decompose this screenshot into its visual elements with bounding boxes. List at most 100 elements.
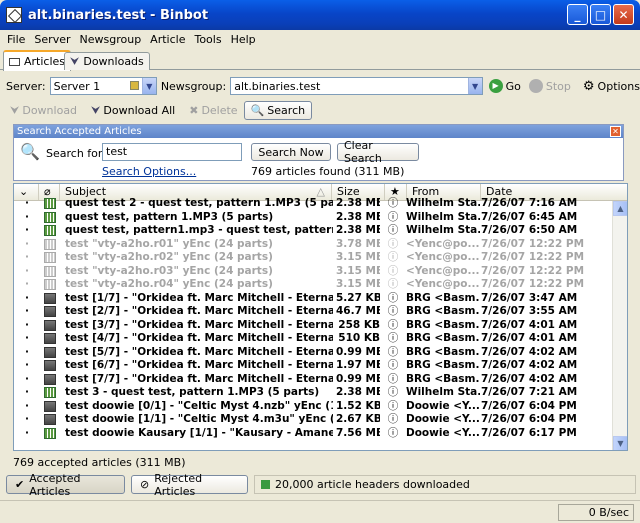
server-label: Server: (6, 79, 46, 93)
close-button[interactable]: ✕ (613, 4, 634, 25)
table-row[interactable]: · test [6/7] - "Orkidea ft. Marc Mitchell… (14, 359, 612, 373)
row-subject: quest test 2 - quest test, pattern 1.MP3… (65, 197, 333, 209)
tab-downloads[interactable]: ⮟ Downloads (64, 52, 150, 70)
row-date: 7/26/07 4:01 AM (481, 332, 578, 344)
delete-button[interactable]: ✖ Delete (189, 104, 237, 117)
newsgroup-label: Newsgroup: (160, 79, 227, 93)
scroll-up-icon[interactable]: ▲ (613, 201, 627, 216)
file-icon (44, 332, 58, 344)
menu-file[interactable]: File (4, 33, 31, 46)
status-icon: ⓘ (387, 399, 399, 412)
table-row[interactable]: · quest test, pattern1.mp3 - quest test, … (14, 224, 612, 238)
row-bullet: · (25, 197, 29, 209)
status-icon: ⓘ (387, 291, 399, 304)
server-select[interactable]: Server 1 ▼ (49, 77, 157, 95)
row-subject: test doowie Kausary [1/1] - "Kausary - A… (65, 426, 333, 439)
row-date: 7/26/07 7:21 AM (481, 386, 578, 398)
row-subject: test [1/7] - "Orkidea ft. Marc Mitchell … (65, 291, 333, 304)
table-row[interactable]: · quest test 2 - quest test, pattern 1.MP… (14, 197, 612, 211)
search-button[interactable]: 🔍 Search (243, 101, 313, 120)
file-icon (44, 251, 58, 263)
table-row[interactable]: · test 3 - quest test, pattern 1.MP3 (5 p… (14, 386, 612, 400)
table-row[interactable]: · test [1/7] - "Orkidea ft. Marc Mitchell… (14, 292, 612, 306)
row-subject: test 3 - quest test, pattern 1.MP3 (5 pa… (65, 386, 320, 398)
menu-article[interactable]: Article (147, 33, 191, 46)
table-row[interactable]: · test "vty-a2ho.r01" yEnc (24 parts) 3.78… (14, 238, 612, 252)
row-date: 7/26/07 12:22 PM (481, 237, 585, 250)
search-input[interactable]: test (102, 143, 242, 161)
options-button[interactable]: ⚙ Options (583, 79, 640, 94)
row-subject: test "vty-a2ho.r03" yEnc (24 parts) (65, 264, 273, 277)
clear-search-button[interactable]: Clear Search (337, 139, 419, 165)
minimize-button[interactable]: _ (567, 4, 588, 25)
table-row[interactable]: · quest test, pattern 1.MP3 (5 parts) 2.38… (14, 211, 612, 225)
menu-server[interactable]: Server (31, 33, 76, 46)
download-all-button[interactable]: ⮟ Download All (91, 104, 175, 118)
table-row[interactable]: · test "vty-a2ho.r03" yEnc (24 parts) 3.15… (14, 265, 612, 279)
article-toolbar: ⮟ Download ⮟ Download All ✖ Delete 🔍 Sea… (0, 99, 640, 122)
row-from: <Yenc@po... (406, 237, 480, 250)
row-bullet: · (25, 237, 29, 250)
checkmark-icon: ✔ (15, 478, 25, 491)
search-panel: Search Accepted Articles ✕ 🔍 Search for:… (13, 124, 624, 181)
table-row[interactable]: · test "vty-a2ho.r02" yEnc (24 parts) 3.15… (14, 251, 612, 265)
status-icon: ⓘ (387, 372, 399, 385)
tab-articles[interactable]: Articles (3, 50, 72, 71)
row-date: 7/26/07 6:04 PM (481, 413, 577, 425)
newsgroup-select[interactable]: alt.binaries.test ▼ (230, 77, 483, 95)
row-bullet: · (25, 372, 29, 385)
row-subject: test "vty-a2ho.r02" yEnc (24 parts) (65, 251, 273, 263)
row-from: Wilhelm Sta... (406, 386, 480, 398)
row-subject: test [3/7] - "Orkidea ft. Marc Mitchell … (65, 318, 333, 331)
row-bullet: · (25, 224, 29, 236)
scroll-down-icon[interactable]: ▼ (613, 436, 627, 450)
row-bullet: · (25, 264, 29, 277)
chevron-down-icon[interactable]: ▼ (467, 78, 482, 94)
table-row[interactable]: · test "vty-a2ho.r04" yEnc (24 parts) 3.15… (14, 278, 612, 292)
table-row[interactable]: · test doowie [1/1] - "Celtic Myst 4.m3u"… (14, 413, 612, 427)
file-icon (44, 400, 58, 412)
table-row[interactable]: · test doowie Kausary [1/1] - "Kausary - … (14, 427, 612, 441)
row-bullet: · (25, 210, 29, 223)
table-row[interactable]: · test [5/7] - "Orkidea ft. Marc Mitchell… (14, 346, 612, 360)
row-size: 258 KB (338, 318, 380, 331)
chevron-down-icon[interactable]: ▼ (141, 78, 156, 94)
table-row[interactable]: · test [3/7] - "Orkidea ft. Marc Mitchell… (14, 319, 612, 333)
vertical-scrollbar[interactable]: ▲ ▼ (612, 201, 627, 450)
row-date: 7/26/07 6:17 PM (481, 426, 577, 439)
table-row[interactable]: · test [2/7] - "Orkidea ft. Marc Mitchell… (14, 305, 612, 319)
articles-found-text: 769 articles found (311 MB) (251, 165, 405, 178)
row-bullet: · (25, 386, 29, 398)
search-options-link[interactable]: Search Options... (102, 165, 196, 178)
row-size: 2.67 KB (336, 413, 380, 425)
row-bullet: · (25, 318, 29, 331)
menu-tools[interactable]: Tools (191, 33, 227, 46)
status-icon: ⓘ (387, 318, 399, 331)
file-icon (44, 224, 58, 236)
download-icon: ⮟ (10, 103, 20, 117)
status-icon: ⓘ (387, 224, 399, 236)
close-icon[interactable]: ✕ (610, 126, 621, 137)
stop-button[interactable]: Stop (528, 79, 571, 93)
download-button[interactable]: ⮟ Download (10, 104, 77, 118)
menu-help[interactable]: Help (228, 33, 262, 46)
menu-newsgroup[interactable]: Newsgroup (77, 33, 148, 46)
table-row[interactable]: · test doowie [0/1] - "Celtic Myst 4.nzb"… (14, 400, 612, 414)
row-subject: test [2/7] - "Orkidea ft. Marc Mitchell … (65, 305, 333, 317)
title-bar: alt.binaries.test - Binbot _ □ ✕ (0, 0, 640, 30)
rejected-articles-tab[interactable]: ⊘ Rejected Articles (131, 472, 248, 498)
search-now-button[interactable]: Search Now (251, 143, 331, 161)
go-button[interactable]: ▶ Go (488, 79, 521, 93)
row-size: 3.15 MB (336, 278, 380, 290)
row-from: BRG <Basm... (406, 345, 480, 358)
maximize-button[interactable]: □ (590, 4, 611, 25)
accepted-articles-tab[interactable]: ✔ Accepted Articles (6, 472, 125, 498)
row-bullet: · (25, 291, 29, 304)
no-entry-icon: ⊘ (140, 478, 150, 491)
table-row[interactable]: · test [4/7] - "Orkidea ft. Marc Mitchell… (14, 332, 612, 346)
search-panel-header: Search Accepted Articles ✕ (14, 125, 623, 138)
row-size: 46.7 MB (336, 305, 380, 317)
status-icon: ⓘ (387, 251, 399, 263)
row-size: 1.52 KB (336, 399, 380, 412)
table-row[interactable]: · test [7/7] - "Orkidea ft. Marc Mitchell… (14, 373, 612, 387)
